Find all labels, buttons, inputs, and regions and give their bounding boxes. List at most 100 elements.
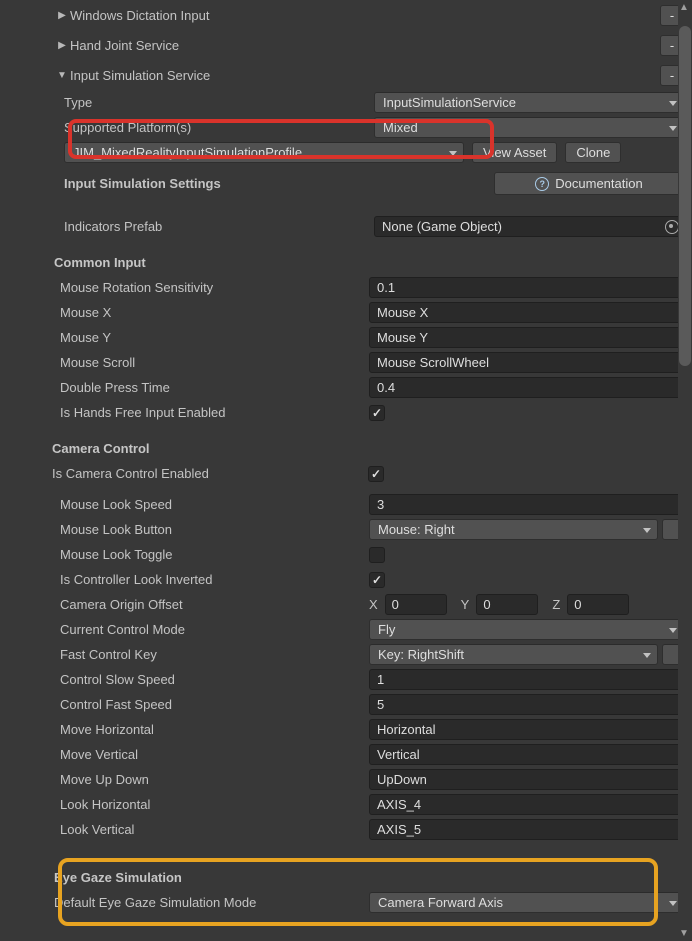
profile-row: JIM_MixedRealityInputSimulationProfile V… bbox=[20, 140, 684, 165]
property-row: Move VerticalVertical bbox=[20, 742, 684, 767]
service-title: Windows Dictation Input bbox=[70, 8, 209, 23]
property-row: Mouse XMouse X bbox=[20, 300, 684, 325]
settings-header-row: Input Simulation Settings ? Documentatio… bbox=[20, 171, 684, 196]
property-label: Current Control Mode bbox=[54, 622, 369, 637]
chevron-down-icon: ▼ bbox=[56, 70, 68, 81]
vector-z-input[interactable]: 0 bbox=[567, 594, 629, 615]
property-label: Mouse Scroll bbox=[54, 355, 369, 370]
property-label: Move Vertical bbox=[54, 747, 369, 762]
number-input[interactable]: 5 bbox=[369, 694, 684, 715]
property-label: Mouse Look Button bbox=[54, 522, 369, 537]
dropdown[interactable]: Mouse: Right bbox=[369, 519, 658, 540]
axis-label-z: Z bbox=[552, 597, 560, 612]
property-label: Is Hands Free Input Enabled bbox=[54, 405, 369, 420]
property-label: Mouse Look Speed bbox=[54, 497, 369, 512]
checkbox[interactable] bbox=[369, 405, 385, 421]
property-label: Control Slow Speed bbox=[54, 672, 369, 687]
vector-y-input[interactable]: 0 bbox=[476, 594, 538, 615]
property-row: Look VerticalAXIS_5 bbox=[20, 817, 684, 842]
number-input[interactable]: 0.1 bbox=[369, 277, 684, 298]
property-row: Mouse ScrollMouse ScrollWheel bbox=[20, 350, 684, 375]
number-input[interactable]: 3 bbox=[369, 494, 684, 515]
common-input-header: Common Input bbox=[20, 249, 684, 275]
service-header-hand-joint[interactable]: ▶ Hand Joint Service - bbox=[20, 30, 684, 60]
view-asset-button[interactable]: View Asset bbox=[472, 142, 557, 163]
property-row: Control Fast Speed5 bbox=[20, 692, 684, 717]
type-dropdown[interactable]: InputSimulationService bbox=[374, 92, 684, 113]
service-header-dictation[interactable]: ▶ Windows Dictation Input - bbox=[20, 0, 684, 30]
documentation-label: Documentation bbox=[555, 176, 642, 191]
axis-label-y: Y bbox=[461, 597, 470, 612]
property-row: Control Slow Speed1 bbox=[20, 667, 684, 692]
property-row: Fast Control KeyKey: RightShift bbox=[20, 642, 684, 667]
property-label: Look Vertical bbox=[54, 822, 369, 837]
property-label: Mouse Rotation Sensitivity bbox=[54, 280, 369, 295]
property-label: Mouse Y bbox=[54, 330, 369, 345]
dropdown[interactable]: Key: RightShift bbox=[369, 644, 658, 665]
property-label: Mouse X bbox=[54, 305, 369, 320]
indicators-label: Indicators Prefab bbox=[64, 219, 374, 234]
property-label: Camera Origin Offset bbox=[54, 597, 369, 612]
text-input[interactable]: Mouse ScrollWheel bbox=[369, 352, 684, 373]
camera-enabled-checkbox[interactable] bbox=[368, 466, 384, 482]
property-row: Camera Origin OffsetX0Y0Z0 bbox=[20, 592, 684, 617]
property-row: Mouse Rotation Sensitivity0.1 bbox=[20, 275, 684, 300]
eye-gaze-mode-dropdown[interactable]: Camera Forward Axis bbox=[369, 892, 684, 913]
property-row: Is Controller Look Inverted bbox=[20, 567, 684, 592]
property-row: Mouse Look ButtonMouse: Right bbox=[20, 517, 684, 542]
property-label: Move Up Down bbox=[54, 772, 369, 787]
checkbox[interactable] bbox=[369, 572, 385, 588]
axis-label-x: X bbox=[369, 597, 378, 612]
text-input[interactable]: Mouse Y bbox=[369, 327, 684, 348]
type-label: Type bbox=[64, 95, 374, 110]
property-label: Control Fast Speed bbox=[54, 697, 369, 712]
service-header-input-simulation[interactable]: ▼ Input Simulation Service - bbox=[20, 60, 684, 90]
eye-gaze-mode-label: Default Eye Gaze Simulation Mode bbox=[54, 895, 369, 910]
text-input[interactable]: Horizontal bbox=[369, 719, 684, 740]
property-row: Double Press Time0.4 bbox=[20, 375, 684, 400]
camera-enabled-label: Is Camera Control Enabled bbox=[52, 466, 368, 481]
property-row: Current Control ModeFly bbox=[20, 617, 684, 642]
property-row: Is Hands Free Input Enabled bbox=[20, 400, 684, 425]
text-input[interactable]: UpDown bbox=[369, 769, 684, 790]
clone-button[interactable]: Clone bbox=[565, 142, 621, 163]
text-input[interactable]: Vertical bbox=[369, 744, 684, 765]
object-picker-icon[interactable] bbox=[665, 220, 679, 234]
text-input[interactable]: AXIS_4 bbox=[369, 794, 684, 815]
property-label: Mouse Look Toggle bbox=[54, 547, 369, 562]
property-row: Mouse Look Speed3 bbox=[20, 492, 684, 517]
property-label: Fast Control Key bbox=[54, 647, 369, 662]
property-label: Look Horizontal bbox=[54, 797, 369, 812]
vertical-scrollbar[interactable]: ▲ ▼ bbox=[678, 0, 692, 941]
camera-control-header: Camera Control bbox=[20, 435, 684, 461]
number-input[interactable]: 0.4 bbox=[369, 377, 684, 398]
property-row: Look HorizontalAXIS_4 bbox=[20, 792, 684, 817]
scroll-up-icon[interactable]: ▲ bbox=[678, 2, 690, 13]
property-label: Move Horizontal bbox=[54, 722, 369, 737]
platforms-dropdown[interactable]: Mixed bbox=[374, 117, 684, 138]
text-input[interactable]: AXIS_5 bbox=[369, 819, 684, 840]
scroll-down-icon[interactable]: ▼ bbox=[678, 928, 690, 939]
scroll-thumb[interactable] bbox=[679, 26, 691, 366]
property-row: Mouse YMouse Y bbox=[20, 325, 684, 350]
indicators-row: Indicators Prefab None (Game Object) bbox=[20, 214, 684, 239]
service-title: Input Simulation Service bbox=[70, 68, 210, 83]
platforms-row: Supported Platform(s) Mixed bbox=[20, 115, 684, 140]
property-label: Is Controller Look Inverted bbox=[54, 572, 369, 587]
service-title: Hand Joint Service bbox=[70, 38, 179, 53]
camera-enabled-row: Is Camera Control Enabled bbox=[20, 461, 684, 486]
checkbox[interactable] bbox=[369, 547, 385, 563]
vector-x-input[interactable]: 0 bbox=[385, 594, 447, 615]
property-label: Double Press Time bbox=[54, 380, 369, 395]
documentation-button[interactable]: ? Documentation bbox=[494, 172, 684, 195]
property-row: Move Up DownUpDown bbox=[20, 767, 684, 792]
profile-dropdown[interactable]: JIM_MixedRealityInputSimulationProfile bbox=[64, 142, 464, 163]
eye-gaze-header: Eye Gaze Simulation bbox=[20, 864, 684, 890]
indicators-object-field[interactable]: None (Game Object) bbox=[374, 216, 684, 237]
eye-gaze-mode-row: Default Eye Gaze Simulation Mode Camera … bbox=[20, 890, 684, 915]
text-input[interactable]: Mouse X bbox=[369, 302, 684, 323]
number-input[interactable]: 1 bbox=[369, 669, 684, 690]
platforms-label: Supported Platform(s) bbox=[64, 120, 374, 135]
property-row: Mouse Look Toggle bbox=[20, 542, 684, 567]
dropdown[interactable]: Fly bbox=[369, 619, 684, 640]
